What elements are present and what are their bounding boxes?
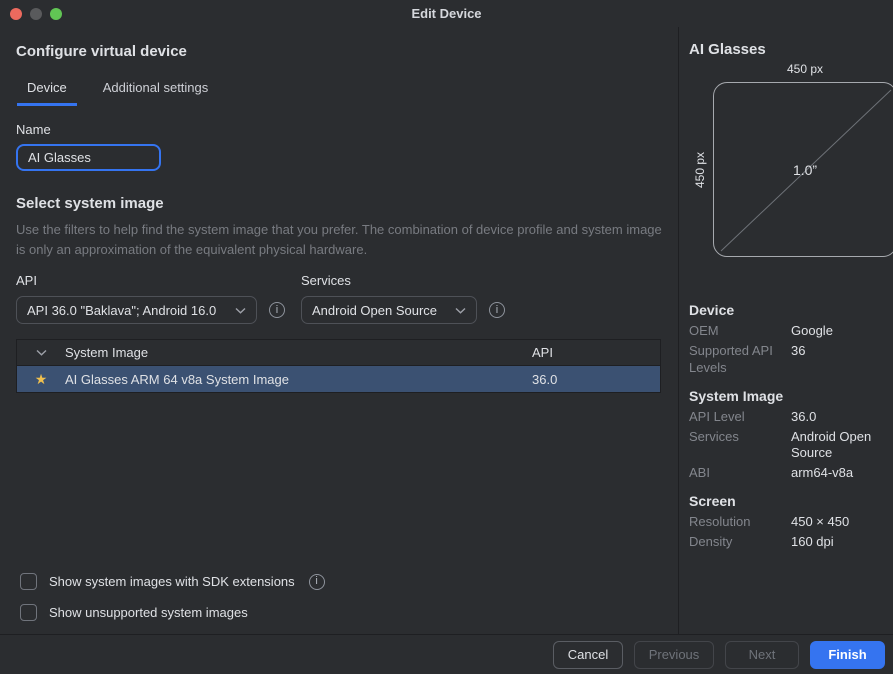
services-info-icon[interactable]: i <box>489 302 505 318</box>
minimize-window-button <box>30 8 42 20</box>
panel-title: AI Glasses <box>689 41 883 58</box>
traffic-lights <box>10 0 62 27</box>
column-header-system-image[interactable]: System Image <box>65 345 532 360</box>
detail-row-supported-api: Supported API Levels 36 <box>689 343 883 377</box>
services-dropdown-value: Android Open Source <box>312 303 437 318</box>
name-label: Name <box>16 122 662 137</box>
device-summary-panel: AI Glasses 450 px 450 px 1.0” Device OEM… <box>678 27 893 634</box>
select-system-image-heading: Select system image <box>16 195 662 212</box>
cancel-button[interactable]: Cancel <box>553 641 623 669</box>
section-heading-device: Device <box>689 302 883 318</box>
system-image-table: System Image API ★ AI Glasses ARM 64 v8a… <box>16 339 661 393</box>
sort-chevron-icon[interactable] <box>17 349 65 356</box>
detail-row-api-level: API Level 36.0 <box>689 409 883 426</box>
filters-row: API API 36.0 "Baklava"; Android 16.0 i S… <box>16 273 662 324</box>
titlebar: Edit Device <box>0 0 893 27</box>
sdk-extensions-checkbox[interactable] <box>20 573 37 590</box>
section-heading-screen: Screen <box>689 493 883 509</box>
services-filter: Services Android Open Source i <box>301 273 505 324</box>
services-label: Services <box>301 273 505 288</box>
screen-outline: 1.0” <box>713 82 893 257</box>
window-title: Edit Device <box>411 6 481 21</box>
system-image-name: AI Glasses ARM 64 v8a System Image <box>65 372 532 387</box>
maximize-window-button[interactable] <box>50 8 62 20</box>
close-window-button[interactable] <box>10 8 22 20</box>
detail-row-oem: OEM Google <box>689 323 883 340</box>
edit-device-dialog: Edit Device Configure virtual device Dev… <box>0 0 893 674</box>
api-dropdown-value: API 36.0 "Baklava"; Android 16.0 <box>27 303 216 318</box>
checkbox-group: Show system images with SDK extensions i… <box>20 573 325 621</box>
system-image-api: 36.0 <box>532 372 660 387</box>
detail-row-abi: ABI arm64-v8a <box>689 465 883 482</box>
device-preview: 450 px 450 px 1.0” <box>689 60 883 291</box>
sdk-extensions-checkbox-row: Show system images with SDK extensions i <box>20 573 325 590</box>
chevron-down-icon <box>235 307 246 314</box>
preview-height-label: 450 px <box>693 150 707 190</box>
dialog-button-bar: Cancel Previous Next Finish <box>0 634 893 674</box>
services-dropdown[interactable]: Android Open Source <box>301 296 477 324</box>
configure-pane: Configure virtual device Device Addition… <box>0 27 678 634</box>
table-header: System Image API <box>17 340 660 366</box>
chevron-down-icon <box>455 307 466 314</box>
previous-button: Previous <box>634 641 714 669</box>
detail-row-services: Services Android Open Source <box>689 429 883 463</box>
tab-device[interactable]: Device <box>17 77 77 106</box>
finish-button[interactable]: Finish <box>810 641 885 669</box>
unsupported-images-checkbox[interactable] <box>20 604 37 621</box>
device-name-input[interactable] <box>16 144 161 171</box>
device-details: Device OEM Google Supported API Levels 3… <box>689 302 883 551</box>
api-info-icon[interactable]: i <box>269 302 285 318</box>
detail-row-resolution: Resolution 450 × 450 <box>689 514 883 531</box>
unsupported-images-checkbox-row: Show unsupported system images <box>20 604 325 621</box>
detail-row-density: Density 160 dpi <box>689 534 883 551</box>
section-heading-system-image: System Image <box>689 388 883 404</box>
table-row[interactable]: ★ AI Glasses ARM 64 v8a System Image 36.… <box>17 366 660 392</box>
api-filter: API API 36.0 "Baklava"; Android 16.0 i <box>16 273 285 324</box>
sdk-extensions-label: Show system images with SDK extensions <box>49 574 295 589</box>
page-title: Configure virtual device <box>16 43 662 60</box>
star-icon[interactable]: ★ <box>35 372 48 386</box>
sdk-extensions-info-icon[interactable]: i <box>309 574 325 590</box>
tab-bar: Device Additional settings <box>17 77 662 106</box>
next-button: Next <box>725 641 799 669</box>
diagonal-size-label: 1.0” <box>714 83 893 256</box>
preview-width-label: 450 px <box>713 62 893 76</box>
system-image-description: Use the filters to help find the system … <box>16 220 666 260</box>
api-label: API <box>16 273 285 288</box>
column-header-api[interactable]: API <box>532 345 660 360</box>
tab-additional-settings[interactable]: Additional settings <box>93 77 219 106</box>
unsupported-images-label: Show unsupported system images <box>49 605 248 620</box>
api-dropdown[interactable]: API 36.0 "Baklava"; Android 16.0 <box>16 296 257 324</box>
